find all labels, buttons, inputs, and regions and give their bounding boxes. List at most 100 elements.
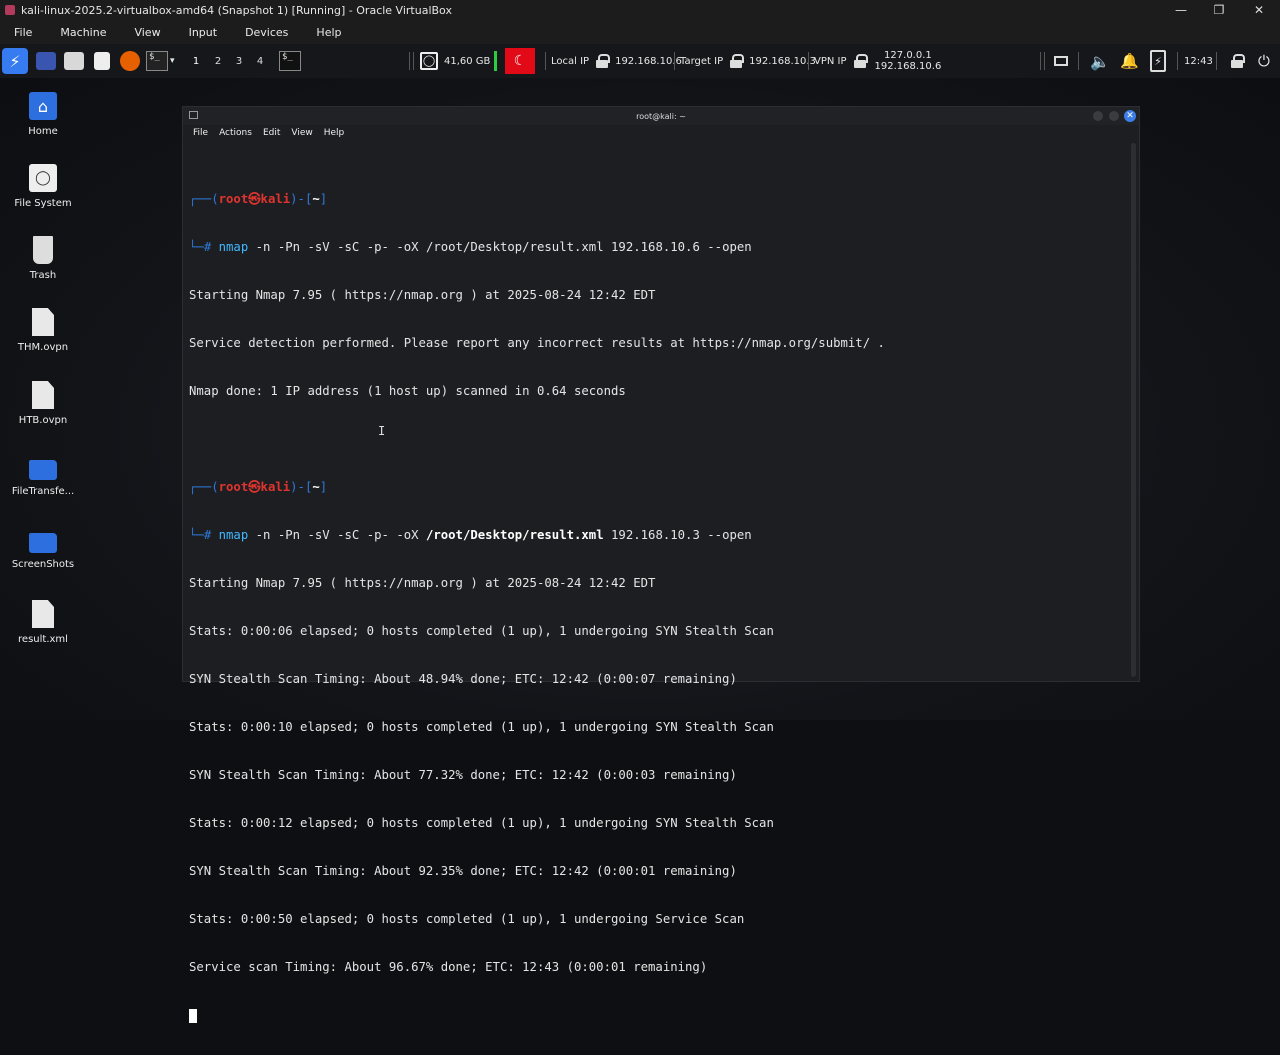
desktop-icon-trash[interactable]: Trash	[5, 236, 81, 281]
notifications-bell-icon[interactable]: 🔔	[1120, 52, 1139, 70]
prompt-line: ┌──(root㉿kali)-[~]	[189, 480, 328, 494]
menu-file[interactable]: File	[0, 26, 46, 39]
terminal-title: root@kali: ~	[636, 111, 686, 121]
menu-input[interactable]: Input	[175, 26, 231, 39]
home-icon: ⌂	[29, 92, 57, 120]
desktop-icon-home[interactable]: ⌂ Home	[5, 92, 81, 137]
firefox-icon[interactable]	[120, 51, 140, 71]
workspace-2[interactable]: 2	[208, 56, 228, 67]
menu-machine[interactable]: Machine	[46, 26, 120, 39]
folder-icon	[29, 533, 57, 553]
panel-separator	[1177, 52, 1178, 70]
desktop-icon-label: Home	[28, 126, 58, 137]
terminal-menu-actions[interactable]: Actions	[219, 128, 252, 138]
target-ip-value: 192.168.10.3	[749, 55, 816, 67]
terminal-menu-help[interactable]: Help	[324, 128, 345, 138]
menu-help[interactable]: Help	[302, 26, 355, 39]
restore-button[interactable]: ❐	[1200, 0, 1238, 20]
terminal-menu-view[interactable]: View	[291, 128, 312, 138]
workspace-1[interactable]: 1	[186, 56, 206, 67]
document-icon	[32, 308, 54, 336]
desktop-icon-label: FileTransfe...	[11, 486, 75, 497]
desktop-icon-filetransfer[interactable]: FileTransfe...	[5, 454, 81, 497]
output-line: SYN Stealth Scan Timing: About 92.35% do…	[189, 864, 737, 878]
prompt-line: ┌──(root㉿kali)-[~]	[189, 192, 328, 206]
vpn-ip-value-2: 192.168.10.6	[874, 61, 942, 72]
kali-menu-icon[interactable]: ⚡	[2, 48, 28, 74]
panel-separator	[1044, 52, 1045, 70]
vm-window-titlebar: kali-linux-2025.2-virtualbox-amd64 (Snap…	[0, 0, 1280, 20]
output-line: Service scan Timing: About 96.67% done; …	[189, 960, 708, 974]
menu-view[interactable]: View	[120, 26, 174, 39]
file-manager-icon[interactable]	[64, 52, 84, 70]
desktop-icon-label: Trash	[29, 270, 57, 281]
workspace-3[interactable]: 3	[229, 56, 249, 67]
desktop-icon-label: File System	[14, 198, 72, 209]
terminal-menu-file[interactable]: File	[193, 128, 208, 138]
terminal-close-button[interactable]: ✕	[1124, 110, 1136, 122]
desktop-icon-thm-ovpn[interactable]: THM.ovpn	[5, 308, 81, 353]
terminal-minimize-button[interactable]	[1093, 111, 1103, 121]
desktop-icon-file-system[interactable]: ◯ File System	[5, 164, 81, 209]
menu-devices[interactable]: Devices	[231, 26, 302, 39]
local-ip-label: Local IP	[551, 55, 590, 67]
desktop-icon-htb-ovpn[interactable]: HTB.ovpn	[5, 381, 81, 426]
terminal-titlebar[interactable]: root@kali: ~ ✕	[183, 107, 1139, 125]
vm-menubar: File Machine View Input Devices Help	[0, 20, 1280, 44]
show-desktop-icon[interactable]	[36, 52, 56, 70]
turkey-flag-icon[interactable]: ☾	[505, 48, 535, 74]
lock-icon	[853, 54, 868, 68]
power-off-icon[interactable]: ⏻	[1258, 52, 1270, 70]
panel-separator	[413, 52, 414, 70]
open-terminal-task[interactable]: $_	[279, 51, 301, 71]
desktop-icon-screenshots[interactable]: ScreenShots	[5, 527, 81, 570]
lock-icon	[595, 54, 611, 68]
panel-clock[interactable]: 12:43	[1184, 56, 1213, 67]
trash-icon	[33, 236, 53, 264]
panel-separator	[1040, 52, 1041, 70]
terminal-maximize-button[interactable]	[1109, 111, 1119, 121]
xml-file-icon	[32, 600, 54, 628]
power-battery-icon[interactable]: ⚡	[1150, 50, 1166, 72]
minimize-button[interactable]: —	[1162, 0, 1200, 20]
workspace-4[interactable]: 4	[250, 56, 270, 67]
close-button[interactable]: ✕	[1240, 0, 1278, 20]
kali-top-panel: ⚡ $_ ▾ 1 2 3 4 $_ ◯ 41,60 GB ☾ Local IP 1…	[0, 44, 1280, 78]
terminal-window-icon	[189, 111, 198, 119]
local-ip-value: 192.168.10.6	[615, 55, 682, 67]
folder-icon	[29, 460, 57, 480]
volume-icon[interactable]: 🔈	[1090, 52, 1110, 71]
command-line: └─# nmap -n -Pn -sV -sC -p- -oX /root/De…	[189, 528, 752, 542]
terminal-scrollbar[interactable]	[1131, 143, 1136, 677]
output-line: SYN Stealth Scan Timing: About 77.32% do…	[189, 768, 737, 782]
lock-screen-icon[interactable]	[1230, 54, 1245, 68]
window-list-icon[interactable]	[1054, 56, 1068, 66]
panel-separator	[1078, 52, 1079, 70]
cursor-line	[189, 1007, 1119, 1023]
vm-window-title: kali-linux-2025.2-virtualbox-amd64 (Snap…	[21, 3, 452, 17]
command-line: └─# nmap -n -Pn -sV -sC -p- -oX /root/De…	[189, 240, 752, 254]
desktop-icon-label: result.xml	[18, 634, 68, 645]
desktop-icon-label: THM.ovpn	[17, 342, 69, 353]
output-line: Service detection performed. Please repo…	[189, 336, 885, 350]
panel-separator	[1216, 52, 1217, 70]
desktop-icon-label: HTB.ovpn	[18, 415, 68, 426]
output-line: SYN Stealth Scan Timing: About 48.94% do…	[189, 672, 737, 686]
terminal-menu-edit[interactable]: Edit	[263, 128, 280, 138]
output-line: Starting Nmap 7.95 ( https://nmap.org ) …	[189, 576, 656, 590]
drive-icon: ◯	[29, 164, 57, 192]
terminal-window[interactable]: root@kali: ~ ✕ File Actions Edit View He…	[182, 106, 1140, 1023]
virtualbox-icon	[5, 5, 15, 15]
target-ip-label: Target IP	[680, 55, 724, 67]
text-cursor	[189, 1008, 197, 1023]
chevron-down-icon[interactable]: ▾	[170, 56, 175, 66]
output-line: Nmap done: 1 IP address (1 host up) scan…	[189, 384, 626, 398]
terminal-output[interactable]: ┌──(root㉿kali)-[~] └─# nmap -n -Pn -sV -…	[189, 159, 1119, 1055]
terminal-launcher-icon[interactable]: $_	[146, 51, 168, 71]
text-editor-icon[interactable]	[94, 52, 110, 70]
panel-separator	[674, 52, 675, 70]
output-line: Stats: 0:00:10 elapsed; 0 hosts complete…	[189, 720, 774, 734]
output-line: Stats: 0:00:12 elapsed; 0 hosts complete…	[189, 816, 774, 830]
output-line: Stats: 0:00:50 elapsed; 0 hosts complete…	[189, 912, 745, 926]
desktop-icon-result-xml[interactable]: result.xml	[5, 600, 81, 645]
